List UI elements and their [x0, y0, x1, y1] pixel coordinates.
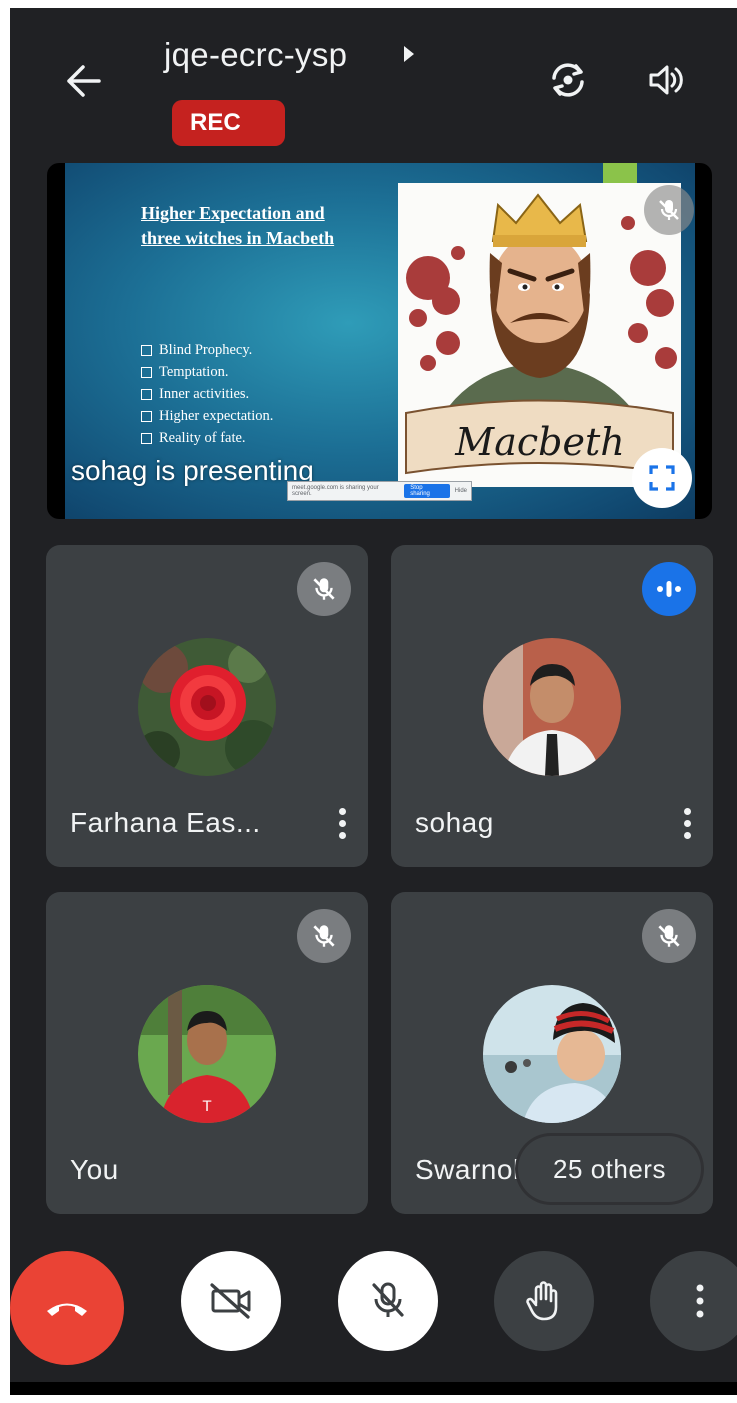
microphone-toggle-button[interactable]	[338, 1251, 438, 1351]
others-count-button[interactable]: 25 others	[518, 1136, 701, 1202]
camera-off-icon	[210, 1283, 251, 1319]
screen-share-bar: meet.google.com is sharing your screen. …	[287, 481, 472, 501]
camera-toggle-button[interactable]	[181, 1251, 281, 1351]
mic-off-icon	[313, 925, 335, 947]
avatar	[138, 638, 276, 776]
slide-bullet: Reality of fate.	[141, 427, 273, 449]
mic-off-icon	[658, 925, 680, 947]
slide-bullet: Temptation.	[141, 361, 273, 383]
meet-screen: jqe-ecrc-ysp REC Higher Expectation and …	[10, 8, 737, 1395]
fullscreen-icon	[649, 465, 675, 491]
share-message: meet.google.com is sharing your screen.	[292, 485, 379, 497]
more-vert-icon	[338, 807, 346, 815]
audio-output-button[interactable]	[642, 56, 690, 104]
hide-button[interactable]: Hide	[455, 488, 467, 494]
slide-bullet: Blind Prophecy.	[141, 339, 273, 361]
more-options-button[interactable]	[650, 1251, 737, 1351]
caret-right-icon[interactable]	[402, 44, 416, 64]
slide-bullet: Inner activities.	[141, 383, 273, 405]
participant-mic-status	[297, 909, 351, 963]
svg-text:T: T	[202, 1099, 212, 1115]
raise-hand-button[interactable]	[494, 1251, 594, 1351]
stop-sharing-button[interactable]: Stop sharing	[404, 484, 450, 498]
participant-options-button[interactable]	[322, 800, 362, 846]
more-vert-icon	[683, 807, 691, 815]
macbeth-caption: Macbeth	[454, 420, 624, 464]
participant-tile[interactable]: T You	[46, 892, 368, 1214]
slide-bullet: Higher expectation.	[141, 405, 273, 427]
switch-camera-button[interactable]	[544, 56, 592, 104]
meeting-code-title[interactable]: jqe-ecrc-ysp	[164, 36, 347, 74]
end-call-button[interactable]	[10, 1251, 124, 1365]
participant-options-button[interactable]	[667, 800, 707, 846]
more-vert-icon	[696, 1284, 704, 1318]
mic-off-icon	[659, 200, 679, 220]
back-arrow-icon	[67, 65, 101, 97]
switch-camera-icon	[552, 63, 584, 97]
mic-off-icon	[372, 1282, 404, 1317]
presenter-mic-status	[644, 185, 694, 235]
macbeth-illustration: Macbeth	[398, 183, 681, 487]
speaker-icon	[649, 65, 683, 95]
navigation-bar	[10, 1382, 737, 1395]
slide-bullet-list: Blind Prophecy. Temptation. Inner activi…	[141, 339, 273, 449]
participant-tile[interactable]: Farhana Eas...	[46, 545, 368, 867]
mic-off-icon	[313, 578, 335, 600]
participant-name: Swarnol	[415, 1154, 520, 1185]
participant-name: Farhana Eas...	[70, 807, 261, 838]
participant-mic-status	[297, 562, 351, 616]
fullscreen-button[interactable]	[632, 448, 692, 508]
participant-tile[interactable]: sohag	[391, 545, 713, 867]
hand-icon	[526, 1281, 558, 1321]
back-button[interactable]	[60, 58, 106, 104]
participant-mic-status	[642, 909, 696, 963]
recording-badge: REC	[172, 100, 285, 146]
avatar	[483, 638, 621, 776]
avatar	[483, 985, 621, 1123]
slide-heading: Higher Expectation and three witches in …	[141, 203, 335, 248]
presentation-tile[interactable]: Higher Expectation and three witches in …	[47, 163, 712, 519]
audio-level-icon	[657, 581, 681, 597]
slide-accent	[603, 163, 637, 183]
hang-up-icon	[47, 1303, 87, 1316]
participant-name: sohag	[415, 807, 494, 838]
participant-name: You	[70, 1154, 119, 1185]
participant-speaking-indicator	[642, 562, 696, 616]
presenting-label: sohag is presenting	[71, 455, 314, 486]
avatar: T	[138, 985, 276, 1123]
